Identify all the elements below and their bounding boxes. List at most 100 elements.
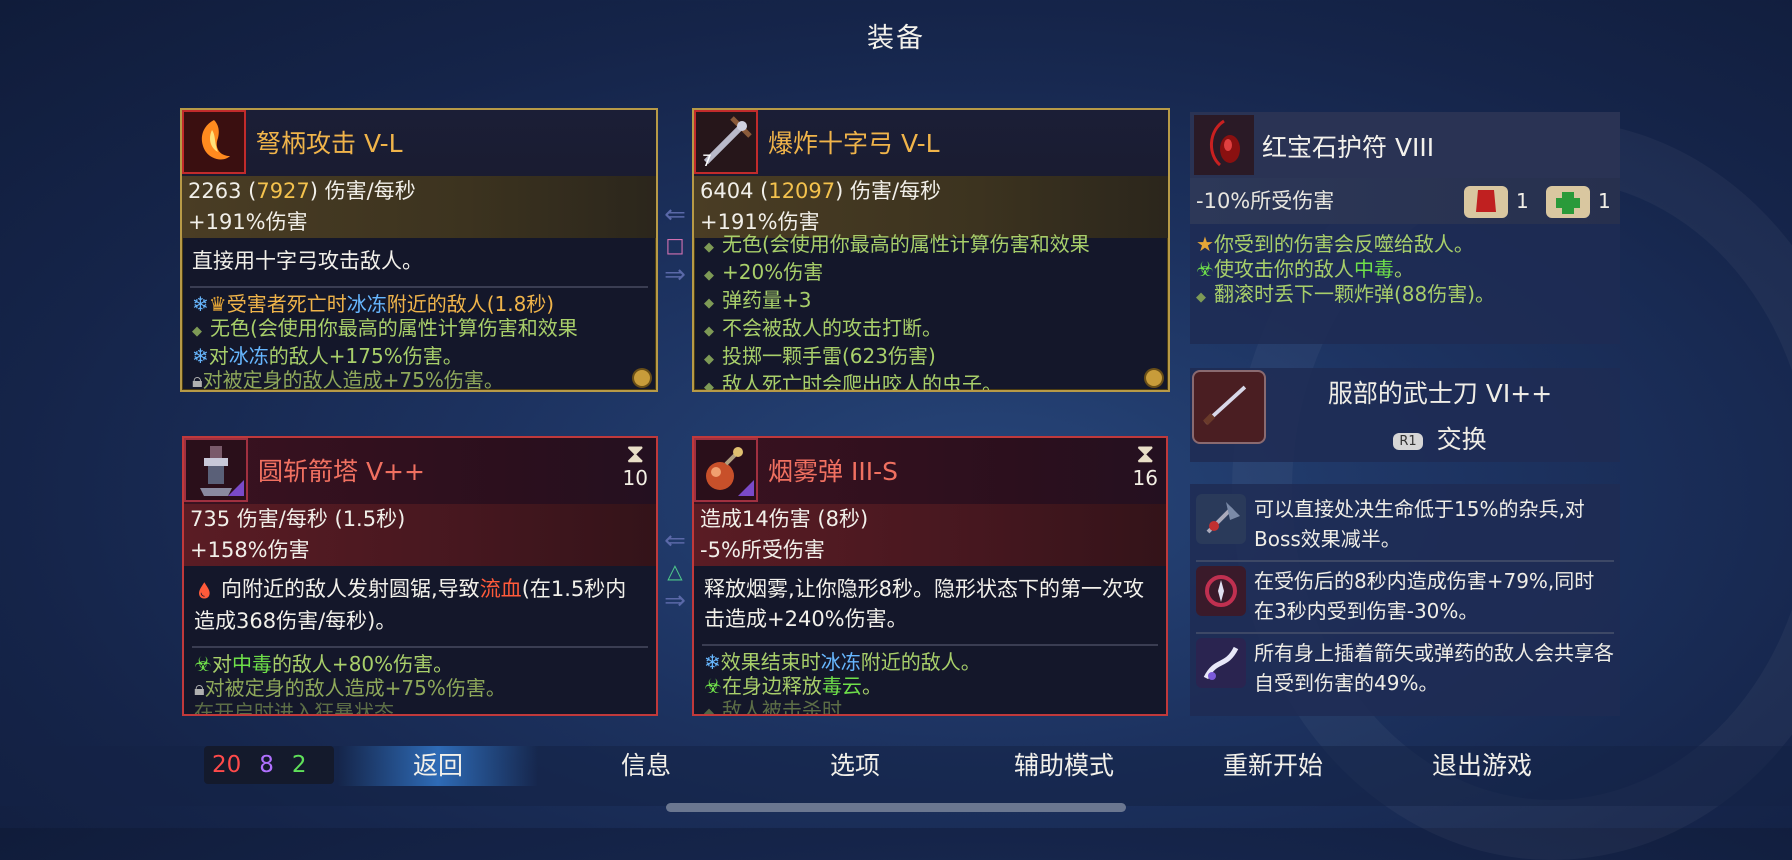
crossbow-bash-icon — [182, 110, 246, 174]
bullet-icon: ◆ — [192, 324, 202, 339]
amulet-effect: ◆ 翻滚时丢下一颗炸弹(88伤害)。 — [1196, 282, 1496, 306]
amulet-effect: ☣使攻击你的敌人中毒。 — [1196, 257, 1414, 281]
survival-scroll-icon — [1546, 186, 1590, 218]
arrow-left-icon: ⇐ — [664, 200, 686, 230]
skill-name: 烟雾弹 III-S — [768, 457, 898, 486]
corner-gem-icon — [634, 370, 650, 386]
info-button[interactable]: 信息 — [546, 746, 746, 786]
arrow-right-icon: ⇒ — [664, 260, 686, 290]
bullet-icon: ◆ — [704, 706, 714, 716]
poison-icon: ☣ — [1196, 257, 1214, 281]
stat-counters: 20 8 2 — [204, 746, 334, 784]
amulet-effect: ★你受到的伤害会反噬给敌人。 — [1196, 232, 1474, 256]
divider — [192, 646, 648, 648]
bullet-icon: ◆ — [704, 380, 714, 392]
brutality-scroll-icon — [1464, 186, 1508, 218]
lock-icon: 🔒︎ — [192, 368, 203, 392]
skill-affix: ❄效果结束时冰冻附近的敌人。 — [704, 650, 981, 674]
amulet-header: 红宝石护符 VIII — [1190, 112, 1620, 178]
weapon-level: 7 — [702, 151, 713, 170]
skill-slot-2[interactable]: 烟雾弹 III-S ⧗ 16 造成14伤害 (8秒) -5%所受伤害 释放烟雾,让… — [692, 436, 1168, 716]
restart-button[interactable]: 重新开始 — [1173, 746, 1373, 786]
weapon-name: 弩柄攻击 V-L — [256, 129, 403, 158]
weapon-swap-indicator: ⇐ □ ⇒ — [658, 200, 692, 290]
mutation-item[interactable]: 可以直接处决生命低于15%的杂兵,对Boss效果减半。 — [1196, 490, 1614, 562]
weapon-affix: ◆ 不会被敌人的攻击打断。 — [704, 316, 942, 340]
skill-stat: +158%伤害 — [184, 535, 656, 566]
weapon-dps: 6404 (12097) 伤害/每秒 — [694, 176, 1168, 207]
sawblade-turret-icon — [184, 438, 248, 502]
survival-count: 2 — [291, 752, 307, 778]
weapon-affix: ◆ 无色(会使用你最高的属性计算伤害和效果 — [192, 316, 578, 340]
skill-affix: ☣对中毒的敌人+80%伤害。 — [194, 652, 454, 676]
skill-slot-1[interactable]: 圆斩箭塔 V++ ⧗ 10 735 伤害/每秒 (1.5秒) +158%伤害 🩸︎… — [182, 436, 658, 716]
ground-item-name: 服部的武士刀 VI++ — [1327, 379, 1553, 408]
skill-stat: 造成14伤害 (8秒) — [694, 504, 1166, 535]
triangle-button-icon: △ — [667, 559, 683, 583]
options-button[interactable]: 选项 — [755, 746, 955, 786]
weapon-bonus: +191%伤害 — [182, 207, 656, 238]
weapon-dps: 2263 (7927) 伤害/每秒 — [182, 176, 656, 207]
skill-name: 圆斩箭塔 V++ — [258, 457, 425, 486]
smoke-bomb-icon — [694, 438, 758, 502]
weapon-slot-1[interactable]: 弩柄攻击 V-L 2263 (7927) 伤害/每秒 +191%伤害 直接用十字… — [180, 108, 658, 392]
skill-description: 🩸︎ 向附近的敌人发射圆锯,导致流血(在1.5秒内造成368伤害/每秒)。 — [194, 577, 627, 633]
bullet-icon: ◆ — [704, 296, 714, 311]
snowflake-icon: ❄ — [704, 650, 721, 674]
cooldown: ⧗ 16 — [1132, 439, 1158, 490]
weapon-header: 弩柄攻击 V-L — [182, 110, 656, 176]
mutation-item[interactable]: 所有身上插着箭矢或弹药的敌人会共享各自受到伤害的49%。 — [1196, 634, 1614, 704]
amulet-stat: -10%所受伤害 1 1 — [1190, 178, 1620, 224]
weapon-affix: ◆ 无色(会使用你最高的属性计算伤害和效果 — [704, 232, 1090, 256]
page-title: 装备 — [867, 23, 925, 54]
ruby-amulet-icon — [1194, 115, 1254, 175]
skill-swap-indicator: ⇐ △ ⇒ — [658, 526, 692, 616]
weapon-description: 直接用十字弓攻击敌人。 — [192, 249, 423, 273]
assist-mode-button[interactable]: 辅助模式 — [964, 746, 1164, 786]
home-indicator — [666, 803, 1126, 812]
weapon-name: 爆炸十字弓 V-L — [768, 129, 940, 158]
cooldown: ⧗ 10 — [622, 439, 648, 490]
skill-affix: ☣在身边释放毒云。 — [704, 674, 882, 698]
back-button[interactable]: 返回 — [338, 746, 538, 786]
crown-icon: ♛ — [208, 292, 227, 316]
vengeance-mutation-icon — [1196, 566, 1246, 616]
poison-icon: ☣ — [194, 652, 212, 676]
mutation-item[interactable]: 在受伤后的8秒内造成伤害+79%,同时在3秒内受到伤害-30%。 — [1196, 562, 1614, 634]
brutality-scroll-count: 1 — [1516, 189, 1529, 213]
mutation-text: 在受伤后的8秒内造成伤害+79%,同时在3秒内受到伤害-30%。 — [1254, 569, 1595, 623]
square-button-icon: □ — [665, 233, 685, 257]
bullet-icon: ◆ — [1196, 290, 1206, 305]
skill-header: 烟雾弹 III-S ⧗ 16 — [694, 438, 1166, 504]
mutation-text: 可以直接处决生命低于15%的杂兵,对Boss效果减半。 — [1254, 497, 1585, 551]
weapon-slot-2[interactable]: 7 爆炸十字弓 V-L 6404 (12097) 伤害/每秒 +191%伤害 ◆… — [692, 108, 1170, 392]
bottom-menu-bar: 20 8 2 返回 信息 选项 辅助模式 重新开始 退出游戏 — [0, 746, 1792, 806]
weapon-affix: 🔒︎对被定身的敌人造成+75%伤害。 — [192, 368, 504, 392]
arrow-right-icon: ⇒ — [664, 586, 686, 616]
weapon-affix: ◆ 投掷一颗手雷(623伤害) — [704, 344, 936, 368]
swap-action[interactable]: R1 交换 — [1190, 420, 1620, 456]
mutation-text: 所有身上插着箭矢或弹药的敌人会共享各自受到伤害的49%。 — [1254, 641, 1614, 695]
skill-header: 圆斩箭塔 V++ ⧗ 10 — [184, 438, 656, 504]
hourglass-icon: ⧗ — [1136, 439, 1155, 469]
divider — [190, 286, 648, 288]
weapon-affix: ◆ 敌人死亡时会爬出咬人的虫子。 — [694, 372, 1168, 392]
mutations-panel: 可以直接处决生命低于15%的杂兵,对Boss效果减半。 在受伤后的8秒内造成伤害… — [1190, 484, 1620, 716]
quit-game-button[interactable]: 退出游戏 — [1382, 746, 1582, 786]
divider — [702, 644, 1158, 646]
weapon-header: 7 爆炸十字弓 V-L — [694, 110, 1168, 176]
bullet-icon: ◆ — [704, 268, 714, 283]
bullet-icon: ◆ — [704, 352, 714, 367]
skill-stat: 735 伤害/每秒 (1.5秒) — [184, 504, 656, 535]
ground-item-swap[interactable]: 服部的武士刀 VI++ R1 交换 — [1190, 368, 1620, 462]
explosive-crossbow-icon: 7 — [694, 110, 758, 174]
blood-drop-icon: 🩸︎ — [194, 581, 215, 600]
arrow-mutation-icon — [1196, 638, 1246, 688]
snowflake-icon: ❄ — [192, 344, 209, 368]
skill-stat: -5%所受伤害 — [694, 535, 1166, 566]
arrow-left-icon: ⇐ — [664, 526, 686, 556]
amulet-name: 红宝石护符 VIII — [1262, 133, 1435, 162]
amulet-slot[interactable]: 红宝石护符 VIII -10%所受伤害 1 1 ★你受到的伤害会反噬给敌人。 ☣… — [1190, 112, 1620, 344]
snowflake-icon: ❄ — [192, 292, 209, 316]
survival-scroll-count: 1 — [1598, 189, 1611, 213]
